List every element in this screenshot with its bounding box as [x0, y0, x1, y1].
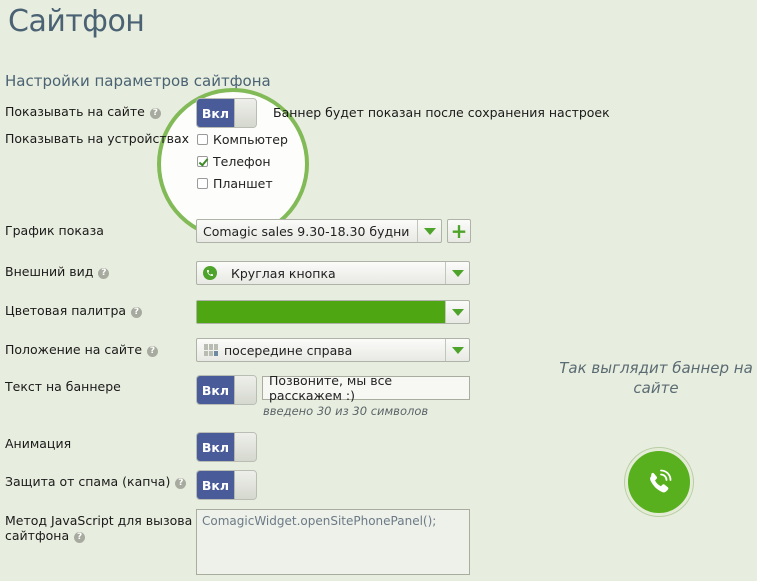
- banner-preview-button[interactable]: [625, 448, 693, 516]
- position-select[interactable]: посередине справа: [196, 338, 470, 362]
- help-icon[interactable]: ?: [149, 108, 161, 119]
- help-icon[interactable]: ?: [74, 532, 86, 543]
- checkbox[interactable]: [197, 178, 208, 189]
- banner-text-toggle[interactable]: Вкл: [196, 375, 257, 405]
- show-on-site-toggle[interactable]: Вкл: [196, 98, 257, 128]
- chevron-down-icon[interactable]: [445, 339, 469, 361]
- js-method-textarea[interactable]: ComagicWidget.openSitePhonePanel();: [196, 509, 470, 575]
- device-tablet-checkbox[interactable]: Планшет: [197, 176, 273, 191]
- phone-icon: [203, 266, 217, 280]
- device-computer-checkbox[interactable]: Компьютер: [197, 132, 288, 147]
- chevron-down-icon[interactable]: [445, 301, 469, 323]
- appearance-select[interactable]: Круглая кнопка: [196, 261, 470, 285]
- checkbox[interactable]: [197, 134, 208, 145]
- chevron-down-icon[interactable]: [417, 220, 441, 242]
- palette-label: Цветовая палитра?: [5, 303, 143, 318]
- banner-text-input[interactable]: Позвоните, мы все расскажем :): [262, 373, 470, 403]
- device-phone-checkbox[interactable]: Телефон: [197, 154, 271, 169]
- add-schedule-button[interactable]: +: [447, 219, 471, 243]
- banner-text-label: Текст на баннере: [5, 379, 121, 394]
- chevron-down-icon[interactable]: [445, 262, 469, 284]
- help-icon[interactable]: ?: [147, 346, 159, 357]
- spam-toggle[interactable]: Вкл: [196, 470, 257, 500]
- schedule-label: График показа: [5, 223, 104, 238]
- appearance-label: Внешний вид?: [5, 264, 110, 279]
- check-icon[interactable]: [197, 156, 208, 167]
- plus-icon: +: [450, 219, 468, 243]
- banner-text-hint: введено 30 из 30 символов: [263, 404, 429, 418]
- devices-label: Показывать на устройствах: [5, 131, 190, 146]
- help-icon[interactable]: ?: [131, 307, 143, 318]
- schedule-select[interactable]: Comagic sales 9.30-18.30 будни: [196, 219, 442, 243]
- help-icon[interactable]: ?: [175, 478, 187, 489]
- show-on-site-note: Баннер будет показан после сохранения на…: [273, 105, 610, 120]
- show-on-site-label: Показывать на сайте?: [5, 104, 161, 119]
- animation-label: Анимация: [5, 436, 72, 451]
- help-icon[interactable]: ?: [98, 268, 110, 279]
- spam-label: Защита от спама (капча)?: [5, 474, 187, 489]
- preview-caption: Так выглядит баннер на сайте: [559, 359, 753, 397]
- position-label: Положение на сайте?: [5, 342, 159, 357]
- animation-toggle[interactable]: Вкл: [196, 432, 257, 462]
- page-title: Сайтфон: [8, 4, 145, 39]
- phone-icon: [650, 469, 672, 493]
- color-swatch: [197, 301, 445, 323]
- palette-select[interactable]: [196, 300, 470, 324]
- position-grid-icon: [204, 344, 218, 356]
- js-method-label: Метод JavaScript для вызова сайтфона?: [5, 513, 193, 543]
